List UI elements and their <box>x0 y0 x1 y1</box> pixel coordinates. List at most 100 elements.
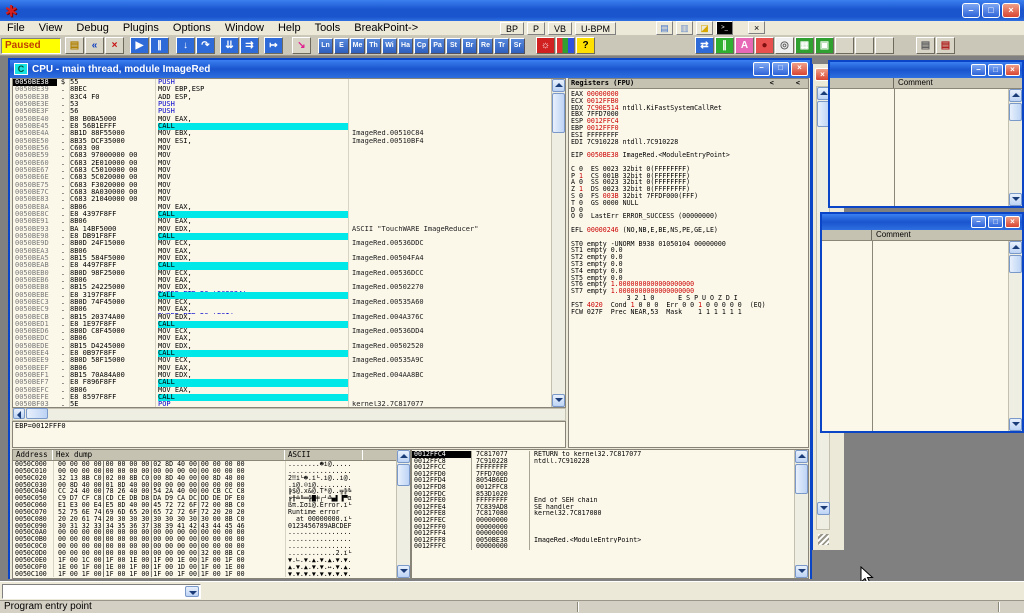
pane-button-th[interactable]: Th <box>366 38 381 54</box>
resize-grip[interactable] <box>818 534 829 545</box>
scroll-up-icon[interactable] <box>397 450 410 463</box>
stack-row[interactable]: 0012FFD48054B6ED <box>412 477 794 484</box>
stack-row[interactable]: 0012FFF000000000 <box>412 524 794 531</box>
disasm-row[interactable]: 0050BEB0.8B0D 98F25000MOV ECX,DWORD PTR … <box>13 270 551 277</box>
disasm-row[interactable]: 0050BE40.B8 B0BA5000MOV EAX,ImageRed.005… <box>13 116 551 123</box>
close-program-button[interactable]: × <box>105 37 124 54</box>
pane-button-pa[interactable]: Pa <box>430 38 445 54</box>
disasm-row[interactable]: 0050BE83.C683 21040000 00MOV BYTE PTR DS… <box>13 196 551 203</box>
dump-row[interactable]: 0050C020 32 13 8B C0|02 00 8B C0|00 8D 4… <box>13 475 396 482</box>
disasm-row[interactable]: 0050BE75.C683 F3020000 00MOV BYTE PTR DS… <box>13 182 551 189</box>
disasm-row[interactable]: 0050BED1.E8 1E97F8FFCALL ImageRed.004955… <box>13 321 551 328</box>
dump-row[interactable]: 0050C0F0 1E 00 1F 00|1E 00 1F 00|1F 00 1… <box>13 564 396 571</box>
disasm-row[interactable]: 0050BE91.8B06MOV EAX,DWORD PTR DS:[ESI] <box>13 218 551 225</box>
menu-debug[interactable]: Debug <box>69 21 115 36</box>
blank-button-3[interactable] <box>875 37 894 54</box>
disasm-row[interactable]: 0050BEA5.8B15 584F5000MOV EDX,DWORD PTR … <box>13 255 551 262</box>
disasm-row[interactable]: 0050BE39.8BECMOV EBP,ESP <box>13 86 551 93</box>
cpu-title-bar[interactable]: C CPU - main thread, module ImageRed – □… <box>10 60 810 78</box>
animate-into-button[interactable]: ⇊ <box>220 37 239 54</box>
step-into-button[interactable]: ↓ <box>176 37 195 54</box>
pause-trace-button[interactable]: ∥ <box>715 37 734 54</box>
step-over-button[interactable]: ↷ <box>196 37 215 54</box>
pane-button-e[interactable]: E <box>334 38 349 54</box>
stack-row[interactable]: 0012FFD80012FFC8 <box>412 484 794 491</box>
disasm-row[interactable]: 0050BED6.8B0D C8F45000MOV ECX,DWORD PTR … <box>13 328 551 335</box>
stack-row[interactable]: 0012FFF400000000 <box>412 530 794 537</box>
stack-row[interactable]: 0012FFEC00000000 <box>412 517 794 524</box>
pane-button-re[interactable]: Re <box>478 38 493 54</box>
blank-button-2[interactable] <box>855 37 874 54</box>
disasm-row[interactable]: 0050BE93.BA 14BF5000MOV EDX,ImageRed.005… <box>13 226 551 233</box>
maximize-button[interactable]: □ <box>988 216 1003 228</box>
pane-button-ha[interactable]: Ha <box>398 38 413 54</box>
chevron-down-icon[interactable] <box>185 586 199 597</box>
disasm-row[interactable]: 0050BE50.8B35 DCF35000MOV ESI,DWORD PTR … <box>13 138 551 145</box>
pane-prev-button[interactable]: < <box>770 79 774 88</box>
disasm-row[interactable]: 0050BE59.C683 97000000 00MOV BYTE PTR DS… <box>13 152 551 159</box>
pane-button-tr[interactable]: Tr <box>494 38 509 54</box>
scrollbar[interactable] <box>551 79 565 407</box>
stack-row[interactable]: 0012FFCCFFFFFFFF <box>412 464 794 471</box>
button-bp[interactable]: BP <box>500 22 524 35</box>
button-p[interactable]: P <box>527 22 545 35</box>
scroll-thumb[interactable] <box>1009 103 1022 121</box>
new-document-icon[interactable]: ▤ <box>656 21 673 35</box>
disasm-row[interactable]: 0050BE56.C603 00MOV BYTE PTR DS:[EBX],0 <box>13 145 551 152</box>
disasm-row[interactable]: 0050BE3B.83C4 F0ADD ESP,-10 <box>13 94 551 101</box>
disasm-row[interactable]: 0050BEE9.8B0D 58F15000MOV ECX,DWORD PTR … <box>13 357 551 364</box>
scrollbar[interactable] <box>1008 89 1022 206</box>
maximize-button[interactable]: □ <box>982 3 1000 18</box>
dump-row[interactable]: 0050C0D0 00 00 00 00|00 00 00 00|00 00 0… <box>13 550 396 557</box>
dump-row[interactable]: 0050C040 CC 24 40 00|78 26 40 00|54 2A 4… <box>13 488 396 495</box>
animate-over-button[interactable]: ⇉ <box>240 37 259 54</box>
scroll-up-icon[interactable] <box>1009 241 1022 254</box>
swap-button[interactable]: ⇄ <box>695 37 714 54</box>
scroll-thumb[interactable] <box>552 93 565 133</box>
console-icon[interactable]: >_ <box>716 21 733 35</box>
dump-row[interactable]: 0050C000 00 00 00 00|00 00 00 00|02 8D 4… <box>13 461 396 468</box>
disasm-row[interactable]: 0050BE45.E8 56B1EFFFCALL ImageRed.00406F… <box>13 123 551 130</box>
pane-next-button[interactable]: < <box>796 79 800 88</box>
run-button[interactable]: ▶ <box>130 37 149 54</box>
stack-row[interactable]: 0012FFE87C817080kernel32.7C817080 <box>412 510 794 517</box>
pause-button[interactable]: ∥ <box>150 37 169 54</box>
log-button[interactable]: ▤ <box>936 37 955 54</box>
disasm-row[interactable]: 0050BEE4.E8 0B97F8FFCALL ImageRed.004955… <box>13 350 551 357</box>
scroll-down-icon[interactable] <box>552 394 565 407</box>
dump-row[interactable]: 0050C100 1F 00 1F 00|1F 00 1F 00|1F 00 1… <box>13 571 396 578</box>
scroll-down-icon[interactable] <box>1009 418 1022 431</box>
dump-row[interactable]: 0050C010 00 00 00 00|00 00 00 00|00 00 0… <box>13 468 396 475</box>
menu-plugins[interactable]: Plugins <box>116 21 166 36</box>
register-line[interactable]: EFL 00000246 (NO,NB,E,BE,NS,PE,GE,LE) <box>571 227 808 234</box>
disasm-row[interactable]: 0050BEDC.8B06MOV EAX,DWORD PTR DS:[ESI] <box>13 335 551 342</box>
disasm-row[interactable]: 0050BEDE.8B15 D4245000MOV EDX,DWORD PTR … <box>13 343 551 350</box>
help-button[interactable]: ? <box>576 37 595 54</box>
maximize-button[interactable]: □ <box>772 62 789 76</box>
disasm-row[interactable]: 0050BEB8.8B15 24225000MOV EDX,DWORD PTR … <box>13 284 551 291</box>
disasm-row[interactable]: 0050BE6E.C683 5C020000 00MOV BYTE PTR DS… <box>13 174 551 181</box>
register-line[interactable]: EIP 0050BE38 ImageRed.<ModuleEntryPoint> <box>571 152 808 159</box>
dump-row[interactable]: 0050C060 E1 E3 00 E4|E5 8D 40 00|45 72 7… <box>13 502 396 509</box>
button-u-bpm[interactable]: U-BPM <box>575 22 616 35</box>
stack-row[interactable]: 0012FFE0FFFFFFFFEnd of SEH chain <box>412 497 794 504</box>
disasm-row[interactable]: 0050BEC3.8B0D 74F45000MOV ECX,DWORD PTR … <box>13 299 551 306</box>
dump-row[interactable]: 0050C0E0 1F 00 1C 00|1F 00 1E 00|1F 00 1… <box>13 557 396 564</box>
blank-button-1[interactable] <box>835 37 854 54</box>
close-button[interactable]: × <box>1005 64 1020 76</box>
disasm-row[interactable]: 0050BEF1.8B15 70A84A00MOV EDX,DWORD PTR … <box>13 372 551 379</box>
disasm-row[interactable]: 0050BE8C.E8 4397F8FFCALL ImageRed.004955… <box>13 211 551 218</box>
dump-row[interactable]: 0050C050 C9 D7 CF C8|CD CE DB D8|DA D9 C… <box>13 495 396 502</box>
minimize-button[interactable]: – <box>971 216 986 228</box>
disasm-row[interactable]: 0050BEFC.8B06MOV EAX,DWORD PTR DS:[ESI] <box>13 387 551 394</box>
menu-close-button[interactable]: × <box>748 21 765 34</box>
dump-row[interactable]: 0050C0B0 00 00 00 00|00 00 00 00|00 00 0… <box>13 536 396 543</box>
memory-map-button[interactable]: ▦ <box>795 37 814 54</box>
disasm-row[interactable]: 0050BEBE.E8 3197F8FFCALL ImageRed.004955… <box>13 292 551 299</box>
dump-row[interactable]: 0050C090 30 31 32 33|34 35 36 37|38 39 4… <box>13 523 396 530</box>
scroll-down-icon[interactable] <box>795 565 808 578</box>
scroll-up-icon[interactable] <box>1009 89 1022 102</box>
scroll-thumb[interactable] <box>795 464 808 494</box>
stack-row[interactable]: 0012FFDC853D1020 <box>412 491 794 498</box>
register-line[interactable]: O 0 LastErr ERROR_SUCCESS (00000000) <box>571 213 808 220</box>
